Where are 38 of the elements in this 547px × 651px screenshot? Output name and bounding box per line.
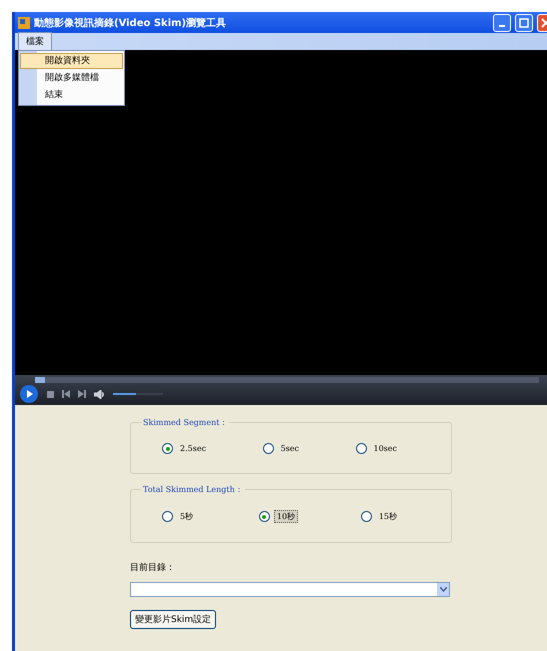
option-label: 10秒 [274,510,298,523]
window-title: 動態影像視訊摘錄(Video Skim)瀏覽工具 [34,16,228,30]
maximize-button[interactable] [515,14,533,32]
stop-icon[interactable] [47,390,54,398]
radio-button[interactable] [258,511,270,522]
maximize-icon [519,18,529,28]
change-settings-button[interactable]: 變更影片Skim設定 [130,610,216,629]
radio-button[interactable] [262,443,274,454]
menu-item[interactable]: 檔案 [18,32,52,50]
minimize-button[interactable] [493,14,511,32]
option-label: 10sec [372,443,398,454]
radio-option[interactable]: 10sec [354,442,401,455]
radio-option[interactable]: 5sec [262,442,303,455]
radio-option[interactable]: 2.5sec [161,442,210,455]
radio-button[interactable] [162,511,173,522]
minimize-icon [499,25,505,27]
option-label: 2.5sec [179,443,208,454]
radio-button[interactable] [162,443,173,454]
previous-icon[interactable] [62,390,70,398]
directory-dropdown[interactable] [130,582,450,597]
menu-entry[interactable]: 結束 [20,87,123,103]
group-title: Skimmed Segment： [142,417,228,428]
next-icon[interactable] [78,390,86,398]
menu-entry[interactable]: 開啟資料夾 [20,53,123,69]
speaker-icon[interactable] [94,390,105,398]
option-label: 5sec [280,443,300,454]
radio-option[interactable]: 5秒 [161,509,198,524]
radio-option[interactable]: 15秒 [360,509,401,524]
radio-button[interactable] [360,511,372,522]
play-button[interactable] [19,384,39,404]
radio-button[interactable] [356,443,366,454]
menu-entry[interactable]: 開啟多媒體檔 [20,70,123,86]
radio-option[interactable]: 10秒 [258,509,300,524]
option-label: 5秒 [179,511,194,523]
option-label: 15秒 [378,511,398,523]
directory-label: 目前目錄： [130,562,176,574]
app-icon [18,16,30,28]
group-title: Total Skimmed Length： [142,484,244,495]
